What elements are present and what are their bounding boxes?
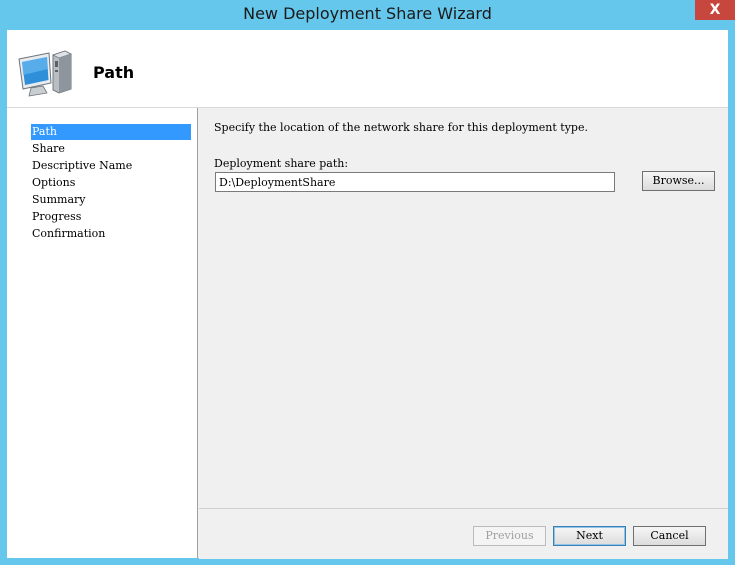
next-button[interactable]: Next — [553, 526, 626, 546]
button-bar: Previous Next Cancel — [199, 508, 728, 559]
cancel-button[interactable]: Cancel — [633, 526, 706, 546]
page-title: Path — [93, 63, 135, 82]
steps-pane: Path Share Descriptive Name Options Summ… — [7, 108, 198, 558]
previous-button[interactable]: Previous — [473, 526, 546, 546]
wizard-client-area: Path Path Share Descriptive Name Options… — [7, 30, 728, 559]
deployment-share-path-input[interactable] — [215, 172, 615, 192]
step-confirmation[interactable]: Confirmation — [31, 226, 191, 242]
step-summary[interactable]: Summary — [31, 192, 191, 208]
wizard-window: New Deployment Share Wizard X Path Path … — [0, 0, 735, 565]
step-share[interactable]: Share — [31, 141, 191, 157]
path-label: Deployment share path: — [214, 157, 349, 170]
window-title: New Deployment Share Wizard — [243, 4, 492, 23]
step-progress[interactable]: Progress — [31, 209, 191, 225]
close-button[interactable]: X — [695, 0, 735, 20]
browse-button[interactable]: Browse... — [642, 171, 715, 191]
step-path[interactable]: Path — [31, 124, 191, 140]
step-options[interactable]: Options — [31, 175, 191, 191]
content-pane: Specify the location of the network shar… — [199, 108, 728, 508]
instruction-text: Specify the location of the network shar… — [214, 121, 588, 134]
wizard-header: Path — [7, 30, 728, 108]
title-bar[interactable]: New Deployment Share Wizard X — [0, 0, 735, 30]
computer-icon — [18, 50, 73, 97]
step-descriptive-name[interactable]: Descriptive Name — [31, 158, 191, 174]
